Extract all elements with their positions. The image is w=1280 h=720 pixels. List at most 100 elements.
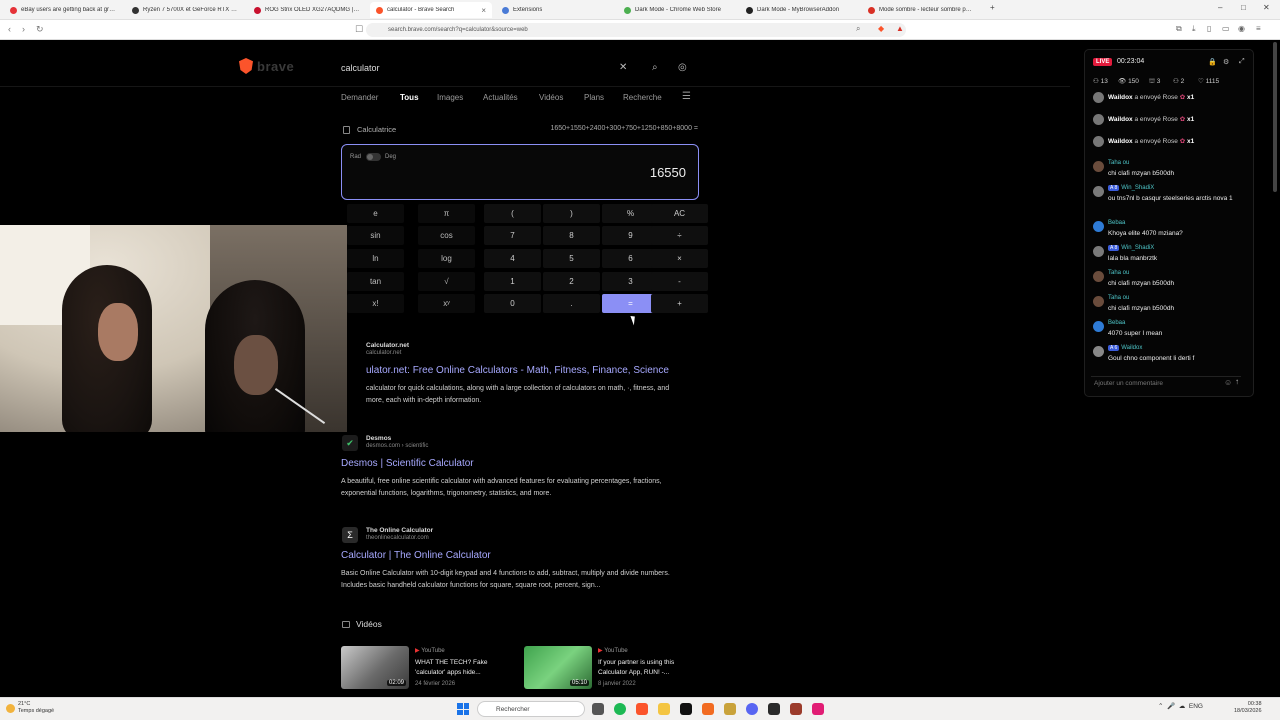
tab-plans[interactable]: Plans (584, 93, 604, 102)
weather-widget[interactable]: 21°C Temps dégagé (18, 701, 54, 715)
weather-sun-icon[interactable] (6, 704, 15, 713)
close-window-icon[interactable]: ✕ (1263, 3, 1270, 12)
lock-icon[interactable]: 🔒 (1208, 58, 1217, 66)
calc-key[interactable]: 1 (484, 272, 541, 291)
reload-icon[interactable]: ↻ (36, 24, 44, 35)
github-icon[interactable] (680, 703, 692, 715)
send-icon[interactable]: ↑ (1235, 377, 1239, 386)
tiktok-live-icon[interactable] (812, 703, 824, 715)
browser-tab[interactable]: Dark Mode - MyBrowserAddon (740, 2, 858, 18)
url-field[interactable]: search.brave.com/search?q=calculator&sou… (366, 23, 906, 37)
wallet-icon[interactable]: ▭ (1222, 24, 1230, 33)
calc-key[interactable]: + (651, 294, 708, 313)
system-clock[interactable]: 00:38 18/03/2026 (1234, 701, 1262, 715)
calc-key[interactable]: - (651, 272, 708, 291)
rad-deg-toggle[interactable] (366, 153, 381, 161)
app-icon[interactable] (724, 703, 736, 715)
calc-key[interactable]: xʸ (418, 294, 475, 313)
result-url[interactable]: theonlinecalculator.com (366, 535, 429, 541)
browser-tab[interactable]: Mode sombre - lecteur sombre pour (862, 2, 980, 18)
spotify-icon[interactable] (614, 703, 626, 715)
extensions-icon[interactable]: ⧉ (1176, 24, 1182, 34)
browser-tab-active[interactable]: calculator - Brave Search × (370, 2, 492, 18)
browser-tab[interactable]: eBay users are getting back at graphi (4, 2, 122, 18)
app-icon[interactable] (790, 703, 802, 715)
settings-icon[interactable]: ⚙ (1223, 58, 1229, 66)
tab-videos[interactable]: Vidéos (539, 93, 563, 102)
comment-input[interactable]: Ajouter un commentaire (1091, 376, 1241, 390)
task-view-icon[interactable] (592, 703, 604, 715)
video-thumbnail[interactable]: 05:10 (524, 646, 592, 689)
start-button[interactable] (457, 703, 469, 715)
browser-tab[interactable]: ROG Strix OLED XG27AQDMG | 27 i (248, 2, 366, 18)
calc-key[interactable]: √ (418, 272, 475, 291)
maximize-icon[interactable]: □ (1241, 3, 1246, 12)
browser-tab[interactable]: Dark Mode - Chrome Web Store (618, 2, 736, 18)
calc-key[interactable]: cos (418, 226, 475, 245)
video-title-link[interactable]: If your partner is using this Calculator… (598, 658, 698, 678)
brave-logo[interactable]: brave (239, 58, 294, 74)
minimize-icon[interactable]: – (1218, 3, 1222, 12)
tab-demander[interactable]: Demander (341, 93, 378, 102)
profile-icon[interactable]: ◉ (1238, 24, 1245, 33)
calc-key[interactable]: 0 (484, 294, 541, 313)
zoom-icon[interactable]: ⌕ (856, 24, 860, 34)
browser-tab[interactable]: Extensions (496, 2, 614, 18)
result-url[interactable]: calculator.net (366, 350, 401, 356)
calc-key[interactable]: π (418, 204, 475, 223)
file-explorer-icon[interactable] (658, 703, 670, 715)
forward-icon[interactable]: › (22, 24, 25, 34)
back-icon[interactable]: ‹ (8, 24, 11, 34)
discord-icon[interactable] (746, 703, 758, 715)
calc-key[interactable]: tan (347, 272, 404, 291)
calc-key[interactable]: e (347, 204, 404, 223)
search-icon[interactable]: ⌕ (652, 62, 658, 73)
calc-key[interactable]: x! (347, 294, 404, 313)
clear-search-icon[interactable]: ✕ (619, 62, 627, 73)
system-tray[interactable]: ⌃ 🎤 ☁ ENG (1158, 702, 1203, 710)
close-tab-icon[interactable]: × (481, 6, 486, 15)
calc-key[interactable]: 7 (484, 226, 541, 245)
tab-actualites[interactable]: Actualités (483, 93, 518, 102)
calc-key[interactable]: ( (484, 204, 541, 223)
video-title-link[interactable]: WHAT THE TECH? Fake 'calculator' apps hi… (415, 658, 515, 678)
tab-tous[interactable]: Tous (400, 93, 419, 102)
video-thumbnail[interactable]: 02:09 (341, 646, 409, 689)
calc-key[interactable]: sin (347, 226, 404, 245)
taskbar-search[interactable]: Rechercher (477, 701, 585, 717)
result-title-link[interactable]: Desmos | Scientific Calculator (341, 458, 474, 469)
calc-key[interactable]: × (651, 249, 708, 268)
browser-tab[interactable]: Ryzen 7 5700X et GeForce RTX 5070 (126, 2, 244, 18)
filter-settings-icon[interactable]: ☰ (682, 91, 691, 102)
calc-key[interactable]: ln (347, 249, 404, 268)
emoji-icon[interactable]: ☺ (1224, 378, 1232, 387)
calc-key[interactable]: 5 (543, 249, 600, 268)
calc-key[interactable]: ) (543, 204, 600, 223)
calc-key[interactable]: 8 (543, 226, 600, 245)
result-title-link[interactable]: Calculator | The Online Calculator (341, 550, 491, 561)
bookmark-icon[interactable]: ☐ (355, 24, 363, 35)
result-title-link[interactable]: ulator.net: Free Online Calculators - Ma… (366, 365, 669, 376)
brave-taskbar-icon[interactable] (636, 703, 648, 715)
popout-icon[interactable]: ⤢ (1239, 58, 1245, 66)
search-input[interactable]: calculator (330, 55, 696, 81)
new-tab-icon[interactable]: + (990, 3, 995, 12)
brave-shield-icon[interactable]: ◆ (878, 24, 884, 33)
rewards-icon[interactable]: ▲ (896, 24, 904, 33)
calc-key[interactable]: AC (651, 204, 708, 223)
calc-key[interactable]: log (418, 249, 475, 268)
app-icon[interactable] (768, 703, 780, 715)
menu-icon[interactable]: ≡ (1256, 24, 1261, 33)
tab-images[interactable]: Images (437, 93, 463, 102)
tab-recherche[interactable]: Recherche (623, 93, 662, 102)
calc-key[interactable]: ÷ (651, 226, 708, 245)
calc-key[interactable]: 2 (543, 272, 600, 291)
ai-answer-icon[interactable]: ◎ (678, 62, 687, 73)
calc-key[interactable]: 4 (484, 249, 541, 268)
downloads-icon[interactable]: ⤓ (1192, 24, 1196, 34)
calc-key[interactable]: . (543, 294, 600, 313)
result-url[interactable]: desmos.com › scientific (366, 443, 428, 449)
page-scrollbar[interactable] (1273, 42, 1277, 192)
sidebar-icon[interactable]: ▯ (1207, 24, 1211, 33)
app-icon[interactable] (702, 703, 714, 715)
